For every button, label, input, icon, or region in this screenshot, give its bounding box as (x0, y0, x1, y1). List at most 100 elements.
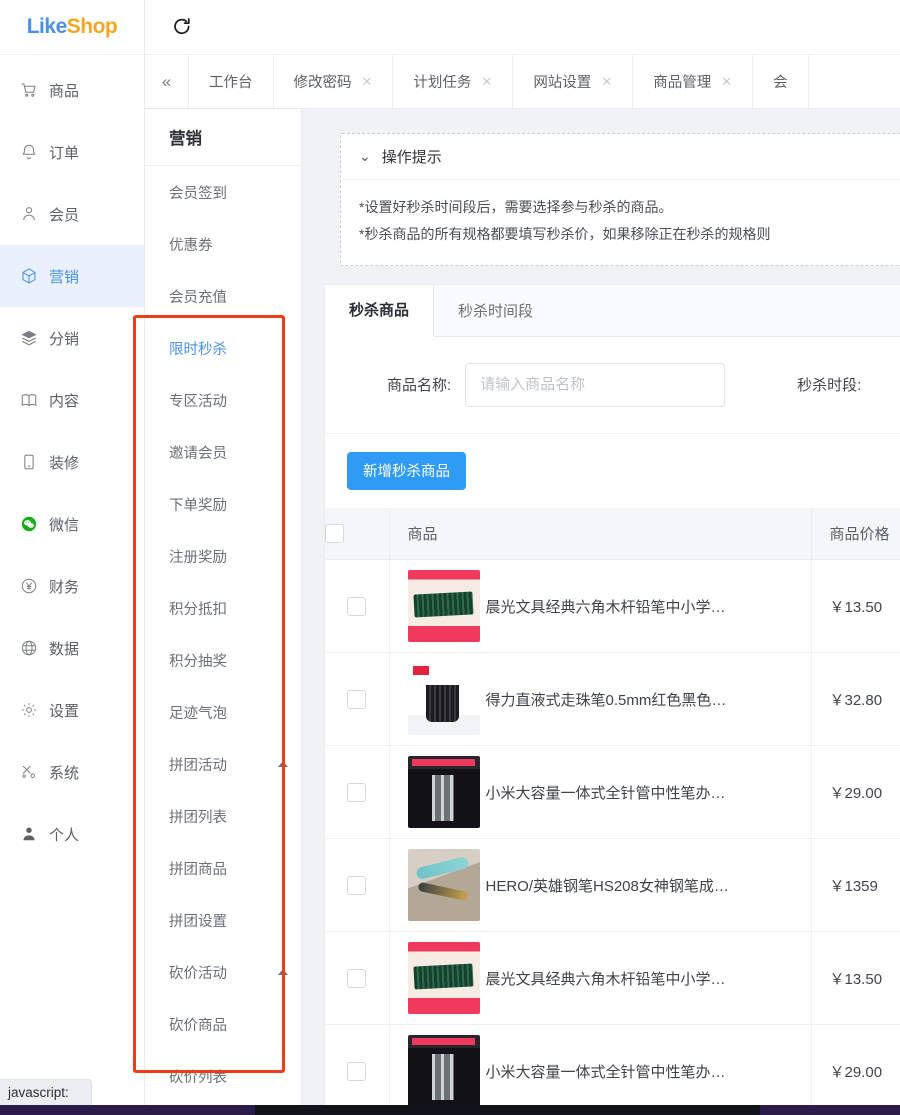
status-text: javascript: (8, 1085, 69, 1100)
sidebar-item-finance[interactable]: 财务 (0, 555, 144, 617)
submenu-item-label: 拼团活动 (169, 757, 227, 774)
chevron-down-icon[interactable]: ⌄ (359, 148, 371, 165)
close-icon[interactable]: ✕ (481, 74, 492, 90)
sidebar-item-label: 商品 (49, 82, 80, 100)
sidebar-item-content[interactable]: 内容 (0, 369, 144, 431)
sidebar-item-data[interactable]: 数据 (0, 617, 144, 679)
submenu-item-label: 专区活动 (169, 393, 227, 410)
caret-up-icon[interactable] (278, 969, 288, 975)
product-name: 小米大容量一体式全针管中性笔办… (485, 784, 726, 802)
table-row[interactable]: 得力直液式走珠笔0.5mm红色黑色… ￥32.80 (325, 652, 900, 747)
submenu-item-invite-member[interactable]: 邀请会员 (145, 426, 301, 478)
app-logo[interactable]: LikeShop (0, 0, 144, 55)
close-icon[interactable]: ✕ (721, 74, 732, 90)
tab-workbench[interactable]: 工作台 (189, 55, 274, 108)
price-cell: ￥1359 (811, 838, 900, 933)
select-all-checkbox[interactable] (325, 523, 344, 543)
yen-circle-icon (20, 577, 38, 595)
goods-cell: 晨光文具经典六角木杆铅笔中小学… (389, 931, 812, 1026)
submenu-item-member-recharge[interactable]: 会员充值 (145, 270, 301, 322)
tab-goods-management[interactable]: 商品管理 ✕ (633, 55, 754, 108)
column-select (325, 507, 390, 561)
submenu-item-group-goods[interactable]: 拼团商品 (145, 842, 301, 894)
table-row[interactable]: 小米大容量一体式全针管中性笔办… ￥29.00 (325, 1024, 900, 1115)
globe-icon (20, 639, 38, 657)
tab-change-password[interactable]: 修改密码 ✕ (274, 55, 394, 108)
submenu-item-label: 拼团商品 (169, 861, 227, 878)
submenu-item-points-deduction[interactable]: 积分抵扣 (145, 582, 301, 634)
row-checkbox[interactable] (347, 596, 367, 616)
submenu-item-member-signin[interactable]: 会员签到 (145, 166, 301, 218)
row-checkbox[interactable] (347, 968, 367, 988)
submenu-item-points-lottery[interactable]: 积分抽奖 (145, 634, 301, 686)
submenu-item-label: 砍价活动 (169, 965, 227, 982)
submenu-item-bargain-list[interactable]: 砍价列表 (145, 1050, 301, 1102)
submenu-item-bargain-goods[interactable]: 砍价商品 (145, 998, 301, 1050)
primary-sidebar-items: 商品 订单 会员 营销 分销 内容 装修 微信 财务 数据 设置 系统 个人 (0, 55, 144, 865)
sidebar-item-wechat[interactable]: 微信 (0, 493, 144, 555)
table-row[interactable]: 小米大容量一体式全针管中性笔办… ￥29.00 (325, 745, 900, 840)
submenu-item-label: 积分抽奖 (169, 653, 227, 670)
submenu-item-group-activity[interactable]: 拼团活动 (145, 738, 301, 790)
tab-flash-sale-goods[interactable]: 秒杀商品 (325, 284, 435, 337)
mobile-icon (20, 453, 38, 471)
table-row[interactable]: 晨光文具经典六角木杆铅笔中小学… ￥13.50 (325, 559, 900, 654)
price-cell: ￥32.80 (811, 652, 900, 747)
sidebar-item-marketing[interactable]: 营销 (0, 245, 144, 307)
sidebar-item-label: 装修 (49, 454, 80, 472)
sidebar-item-distribution[interactable]: 分销 (0, 307, 144, 369)
product-price: ￥32.80 (829, 691, 883, 709)
tab-partial[interactable]: 会 (753, 55, 809, 108)
sidebar-item-personal[interactable]: 个人 (0, 803, 144, 865)
close-icon[interactable]: ✕ (362, 74, 373, 90)
person-filled-icon (20, 825, 38, 843)
goods-name-input[interactable] (465, 362, 726, 407)
sidebar-item-goods[interactable]: 商品 (0, 59, 144, 121)
row-checkbox[interactable] (347, 875, 367, 895)
tab-flash-sale-periods[interactable]: 秒杀时间段 (434, 285, 557, 336)
close-icon[interactable]: ✕ (601, 74, 612, 90)
panel-tab-bar: 秒杀商品 秒杀时间段 (325, 284, 900, 337)
submenu-item-group-list[interactable]: 拼团列表 (145, 790, 301, 842)
submenu-item-footprint-bubble[interactable]: 足迹气泡 (145, 686, 301, 738)
sidebar-item-members[interactable]: 会员 (0, 183, 144, 245)
goods-cell: 晨光文具经典六角木杆铅笔中小学… (389, 559, 812, 654)
tab-site-settings[interactable]: 网站设置 ✕ (513, 55, 634, 108)
row-checkbox[interactable] (347, 1061, 367, 1081)
table-row[interactable]: HERO/英雄钢笔HS208女神钢笔成… ￥1359 (325, 838, 900, 933)
panel-tab-label: 秒杀时间段 (458, 302, 534, 320)
submenu-item-group-settings[interactable]: 拼团设置 (145, 894, 301, 946)
sidebar-item-decoration[interactable]: 装修 (0, 431, 144, 493)
row-select-cell (325, 1024, 390, 1115)
tip-line: *设置好秒杀时间段后，需要选择参与秒杀的商品。 (359, 199, 673, 215)
add-flash-sale-goods-button[interactable]: 新增秒杀商品 (347, 451, 466, 490)
app-root: LikeShop 商品 订单 会员 营销 分销 内容 装修 微信 财务 数据 设… (0, 0, 900, 1115)
submenu-item-order-reward[interactable]: 下单奖励 (145, 478, 301, 530)
operation-tip-header[interactable]: ⌄ 操作提示 (341, 134, 900, 180)
table-toolbar: 新增秒杀商品 (325, 432, 900, 508)
submenu-item-coupon[interactable]: 优惠券 (145, 218, 301, 270)
product-price: ￥13.50 (829, 598, 883, 616)
row-checkbox[interactable] (347, 689, 367, 709)
sidebar-item-label: 设置 (49, 702, 80, 720)
table-header-row: 商品 商品价格 (325, 507, 900, 561)
submenu-item-flash-sale[interactable]: 限时秒杀 (145, 322, 301, 374)
sidebar-item-settings[interactable]: 设置 (0, 679, 144, 741)
table-body: 晨光文具经典六角木杆铅笔中小学… ￥13.50 得力直液式走珠笔0.5mm红色黑… (325, 559, 900, 1115)
submenu-item-bargain-activity[interactable]: 砍价活动 (145, 946, 301, 998)
sidebar-item-orders[interactable]: 订单 (0, 121, 144, 183)
row-checkbox[interactable] (347, 782, 367, 802)
submenu-item-label: 砍价列表 (169, 1069, 227, 1086)
submenu-item-register-reward[interactable]: 注册奖励 (145, 530, 301, 582)
tab-label: 计划任务 (413, 75, 472, 91)
price-cell: ￥13.50 (811, 931, 900, 1026)
chevron-double-left-icon[interactable]: « (145, 55, 189, 108)
tab-scheduled-tasks[interactable]: 计划任务 ✕ (393, 55, 514, 108)
product-name: 晨光文具经典六角木杆铅笔中小学… (485, 970, 726, 988)
refresh-icon[interactable] (171, 16, 193, 38)
sidebar-item-system[interactable]: 系统 (0, 741, 144, 803)
caret-up-icon[interactable] (278, 761, 288, 767)
table-row[interactable]: 晨光文具经典六角木杆铅笔中小学… ￥13.50 (325, 931, 900, 1026)
submenu-item-zone-activity[interactable]: 专区活动 (145, 374, 301, 426)
operation-tip-body: *设置好秒杀时间段后，需要选择参与秒杀的商品。 *秒杀商品的所有规格都要填写秒杀… (341, 180, 900, 265)
